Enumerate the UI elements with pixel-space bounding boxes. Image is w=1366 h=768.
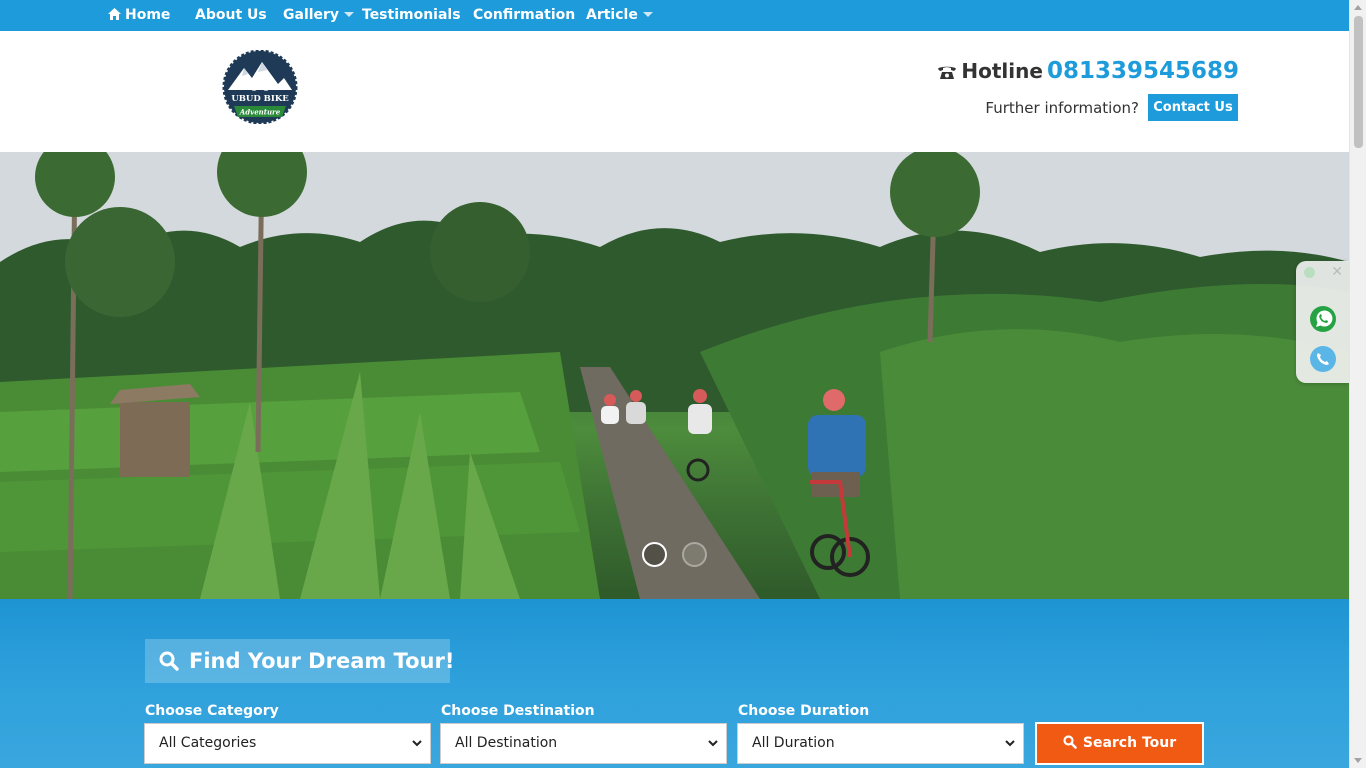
chevron-down-icon (344, 12, 355, 17)
chevron-down-icon (1005, 740, 1015, 747)
scrollbar-thumb[interactable] (1354, 16, 1363, 148)
nav-testimonials-label: Testimonials (362, 7, 461, 23)
logo-text: UBUD BIKE (231, 94, 289, 104)
close-icon[interactable]: ✕ (1331, 263, 1343, 280)
chevron-down-icon (642, 12, 653, 17)
hotline-label: Hotline (961, 59, 1043, 83)
duration-label: Choose Duration (738, 703, 870, 719)
search-title-box: Find Your Dream Tour! (145, 639, 454, 683)
floating-contact-widget: ✕ (1296, 261, 1349, 383)
telephone-icon (938, 66, 957, 79)
category-select-value: All Categories (159, 735, 257, 751)
status-dot (1304, 267, 1315, 278)
nav-gallery-label: Gallery (283, 7, 340, 23)
nav-about-us[interactable]: About Us (195, 0, 267, 31)
scroll-down-arrow-icon[interactable] (1354, 758, 1362, 763)
destination-select-value: All Destination (455, 735, 558, 751)
nav-confirmation-label: Confirmation (473, 7, 576, 23)
whatsapp-icon[interactable] (1309, 305, 1337, 333)
logo-badge-icon: UBUD BIKE Adventure (222, 49, 298, 125)
nav-gallery[interactable]: Gallery (283, 0, 355, 31)
search-tour-label: Search Tour (1082, 735, 1177, 751)
destination-label: Choose Destination (441, 703, 595, 719)
hero-slider (0, 152, 1349, 599)
top-navigation: Home About Us Gallery Testimonials Confi… (0, 0, 1349, 31)
nav-about-us-label: About Us (195, 7, 267, 23)
duration-select[interactable]: All Duration (737, 723, 1024, 764)
nav-home[interactable]: Home (108, 0, 170, 31)
hotline-number[interactable]: 081339545689 (1047, 58, 1239, 84)
hero-image (0, 152, 1349, 599)
vertical-scrollbar[interactable] (1349, 0, 1366, 768)
search-title: Find Your Dream Tour! (189, 649, 455, 673)
nav-confirmation[interactable]: Confirmation (473, 0, 575, 31)
site-header: UBUD BIKE Adventure Hotline 081339545689 … (0, 31, 1349, 152)
slider-dot-1[interactable] (642, 542, 667, 567)
home-icon (108, 8, 121, 20)
scroll-up-arrow-icon[interactable] (1354, 5, 1362, 10)
category-select[interactable]: All Categories (144, 723, 431, 764)
tour-search-panel: Find Your Dream Tour! Choose Category Al… (0, 599, 1349, 768)
chevron-down-icon (708, 740, 718, 747)
hotline: Hotline 081339545689 (937, 58, 1239, 84)
category-label: Choose Category (145, 703, 279, 719)
chevron-down-icon (412, 740, 422, 747)
further-information-text: Further information? (985, 99, 1139, 117)
destination-select[interactable]: All Destination (440, 723, 727, 764)
contact-us-button[interactable]: Contact Us (1148, 94, 1238, 121)
phone-call-icon[interactable] (1309, 345, 1337, 373)
nav-home-label: Home (125, 7, 171, 23)
search-icon (1063, 735, 1077, 749)
slider-dot-2[interactable] (682, 542, 707, 567)
search-icon (159, 651, 179, 671)
site-logo[interactable]: UBUD BIKE Adventure (222, 49, 298, 125)
logo-subtext: Adventure (239, 108, 281, 117)
duration-select-value: All Duration (752, 735, 835, 751)
search-tour-button[interactable]: Search Tour (1035, 722, 1204, 765)
nav-article-label: Article (586, 7, 638, 23)
nav-testimonials[interactable]: Testimonials (362, 0, 461, 31)
nav-article[interactable]: Article (586, 0, 653, 31)
